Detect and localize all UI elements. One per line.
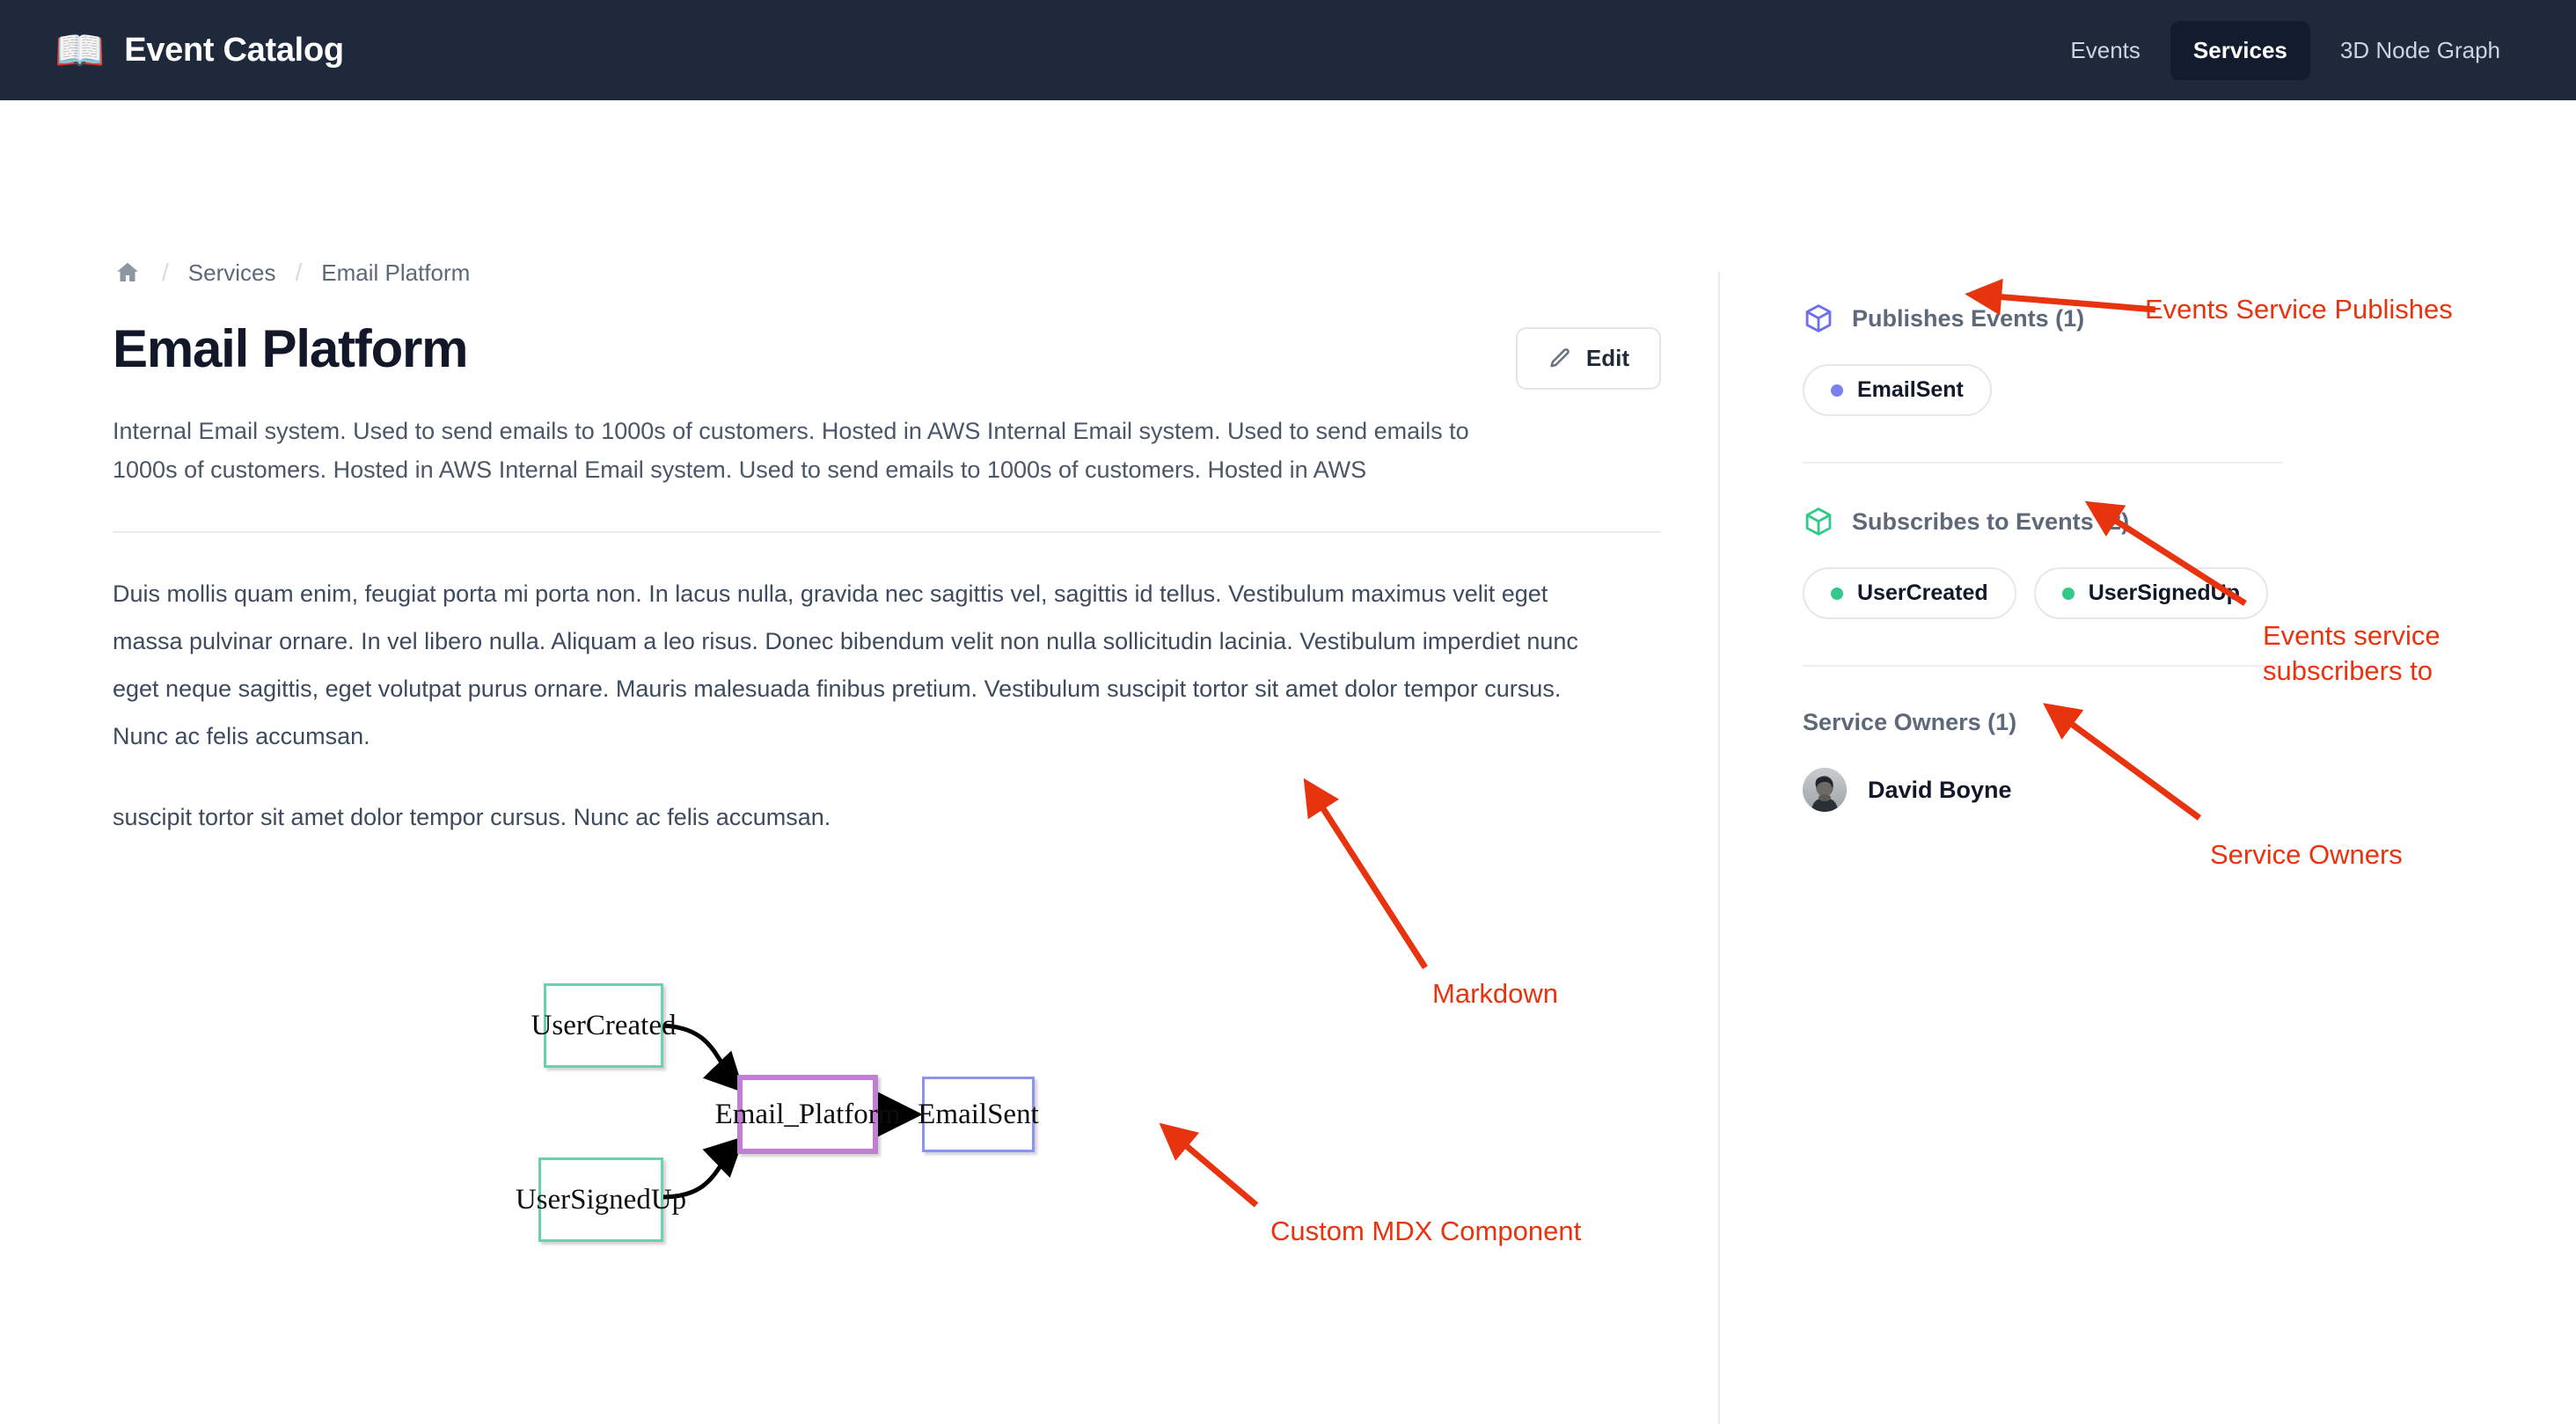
- page-body: / Services / Email Platform Email Platfo…: [0, 100, 2576, 1424]
- main-column: / Services / Email Platform Email Platfo…: [0, 100, 1718, 1383]
- event-pill-label: UserSignedUp: [2088, 581, 2240, 605]
- status-dot: [1831, 587, 1843, 600]
- subscribes-events-header: Subscribes to Events (2): [1803, 506, 2576, 537]
- event-pill-usersignedup[interactable]: UserSignedUp: [2033, 567, 2268, 619]
- owner-name: David Boyne: [1868, 776, 2012, 803]
- breadcrumb-separator-2: /: [295, 259, 303, 286]
- service-description: Internal Email system. Used to send emai…: [113, 418, 1469, 483]
- content-divider: [113, 531, 1661, 534]
- top-navigation-bar: 📖 Event Catalog Events Services 3D Node …: [0, 0, 2576, 100]
- avatar-image: [1803, 768, 1847, 812]
- subscribes-events-title: Subscribes to Events (2): [1852, 508, 2130, 535]
- breadcrumb-item-services[interactable]: Services: [188, 259, 276, 287]
- pencil-icon: [1548, 347, 1572, 371]
- nav-item-services[interactable]: Services: [2170, 20, 2310, 80]
- diagram-node-email-platform[interactable]: Email_Platform: [715, 1075, 900, 1155]
- brand-logo[interactable]: 📖 Event Catalog: [55, 30, 344, 70]
- sidebar-divider-1: [1803, 462, 2282, 464]
- event-pill-label: UserCreated: [1857, 581, 1988, 605]
- diagram-node-label: EmailSent: [918, 1098, 1039, 1130]
- publishes-events-header: Publishes Events (1): [1803, 303, 2576, 334]
- status-dot: [1831, 383, 1843, 397]
- diagram-node-user-created[interactable]: UserCreated: [531, 983, 676, 1069]
- service-node-diagram: UserCreated UserSignedUp Email_Platform …: [516, 964, 1767, 1263]
- breadcrumb-separator-1: /: [162, 259, 169, 286]
- subscribes-events-section: Subscribes to Events (2) UserCreated Use…: [1803, 506, 2576, 619]
- body-paragraph-2: suscipit tortor sit amet dolor tempor cu…: [113, 804, 831, 831]
- diagram-node-label: UserSignedUp: [515, 1183, 687, 1216]
- nav-item-events[interactable]: Events: [2047, 21, 2163, 80]
- cube-icon: [1803, 303, 1834, 334]
- avatar: [1803, 768, 1847, 812]
- subscribes-events-pills: UserCreated UserSignedUp: [1803, 567, 2576, 619]
- cube-icon: [1803, 506, 1834, 537]
- publishes-events-pills: EmailSent: [1803, 364, 2576, 416]
- publishes-events-title: Publishes Events (1): [1852, 304, 2085, 332]
- diagram-node-email-sent[interactable]: EmailSent: [918, 1077, 1039, 1153]
- owner-list-item[interactable]: David Boyne: [1803, 768, 2576, 812]
- edit-button-label: Edit: [1585, 345, 1629, 371]
- brand-title: Event Catalog: [124, 31, 344, 69]
- home-icon[interactable]: [113, 259, 143, 286]
- body-paragraph-1: Duis mollis quam enim, feugiat porta mi …: [113, 581, 1578, 750]
- right-sidebar: Publishes Events (1) EmailSent Subscribe…: [1718, 100, 2576, 1383]
- service-owners-title: Service Owners (1): [1803, 709, 2017, 735]
- service-owners-section: Service Owners (1) David Boyne: [1803, 709, 2576, 812]
- event-pill-usercreated[interactable]: UserCreated: [1803, 567, 2016, 619]
- edit-button[interactable]: Edit: [1515, 327, 1661, 390]
- nav-item-3d-node-graph[interactable]: 3D Node Graph: [2317, 21, 2523, 80]
- event-pill-emailsent[interactable]: EmailSent: [1803, 364, 1992, 416]
- sidebar-divider-2: [1803, 665, 2282, 667]
- main-nav: Events Services 3D Node Graph: [2047, 20, 2523, 80]
- diagram-node-user-signed-up[interactable]: UserSignedUp: [516, 1157, 686, 1243]
- breadcrumb-item-email-platform: Email Platform: [321, 259, 471, 286]
- breadcrumb: / Services / Email Platform: [113, 259, 1661, 287]
- title-row: Email Platform Edit: [113, 320, 1661, 390]
- open-book-icon: 📖: [55, 27, 106, 73]
- status-dot: [2061, 587, 2075, 600]
- event-pill-label: EmailSent: [1857, 377, 1964, 402]
- diagram-node-label: Email_Platform: [714, 1098, 901, 1130]
- diagram-node-label: UserCreated: [531, 1009, 677, 1041]
- publishes-events-section: Publishes Events (1) EmailSent: [1803, 303, 2576, 416]
- page-title: Email Platform: [113, 319, 469, 378]
